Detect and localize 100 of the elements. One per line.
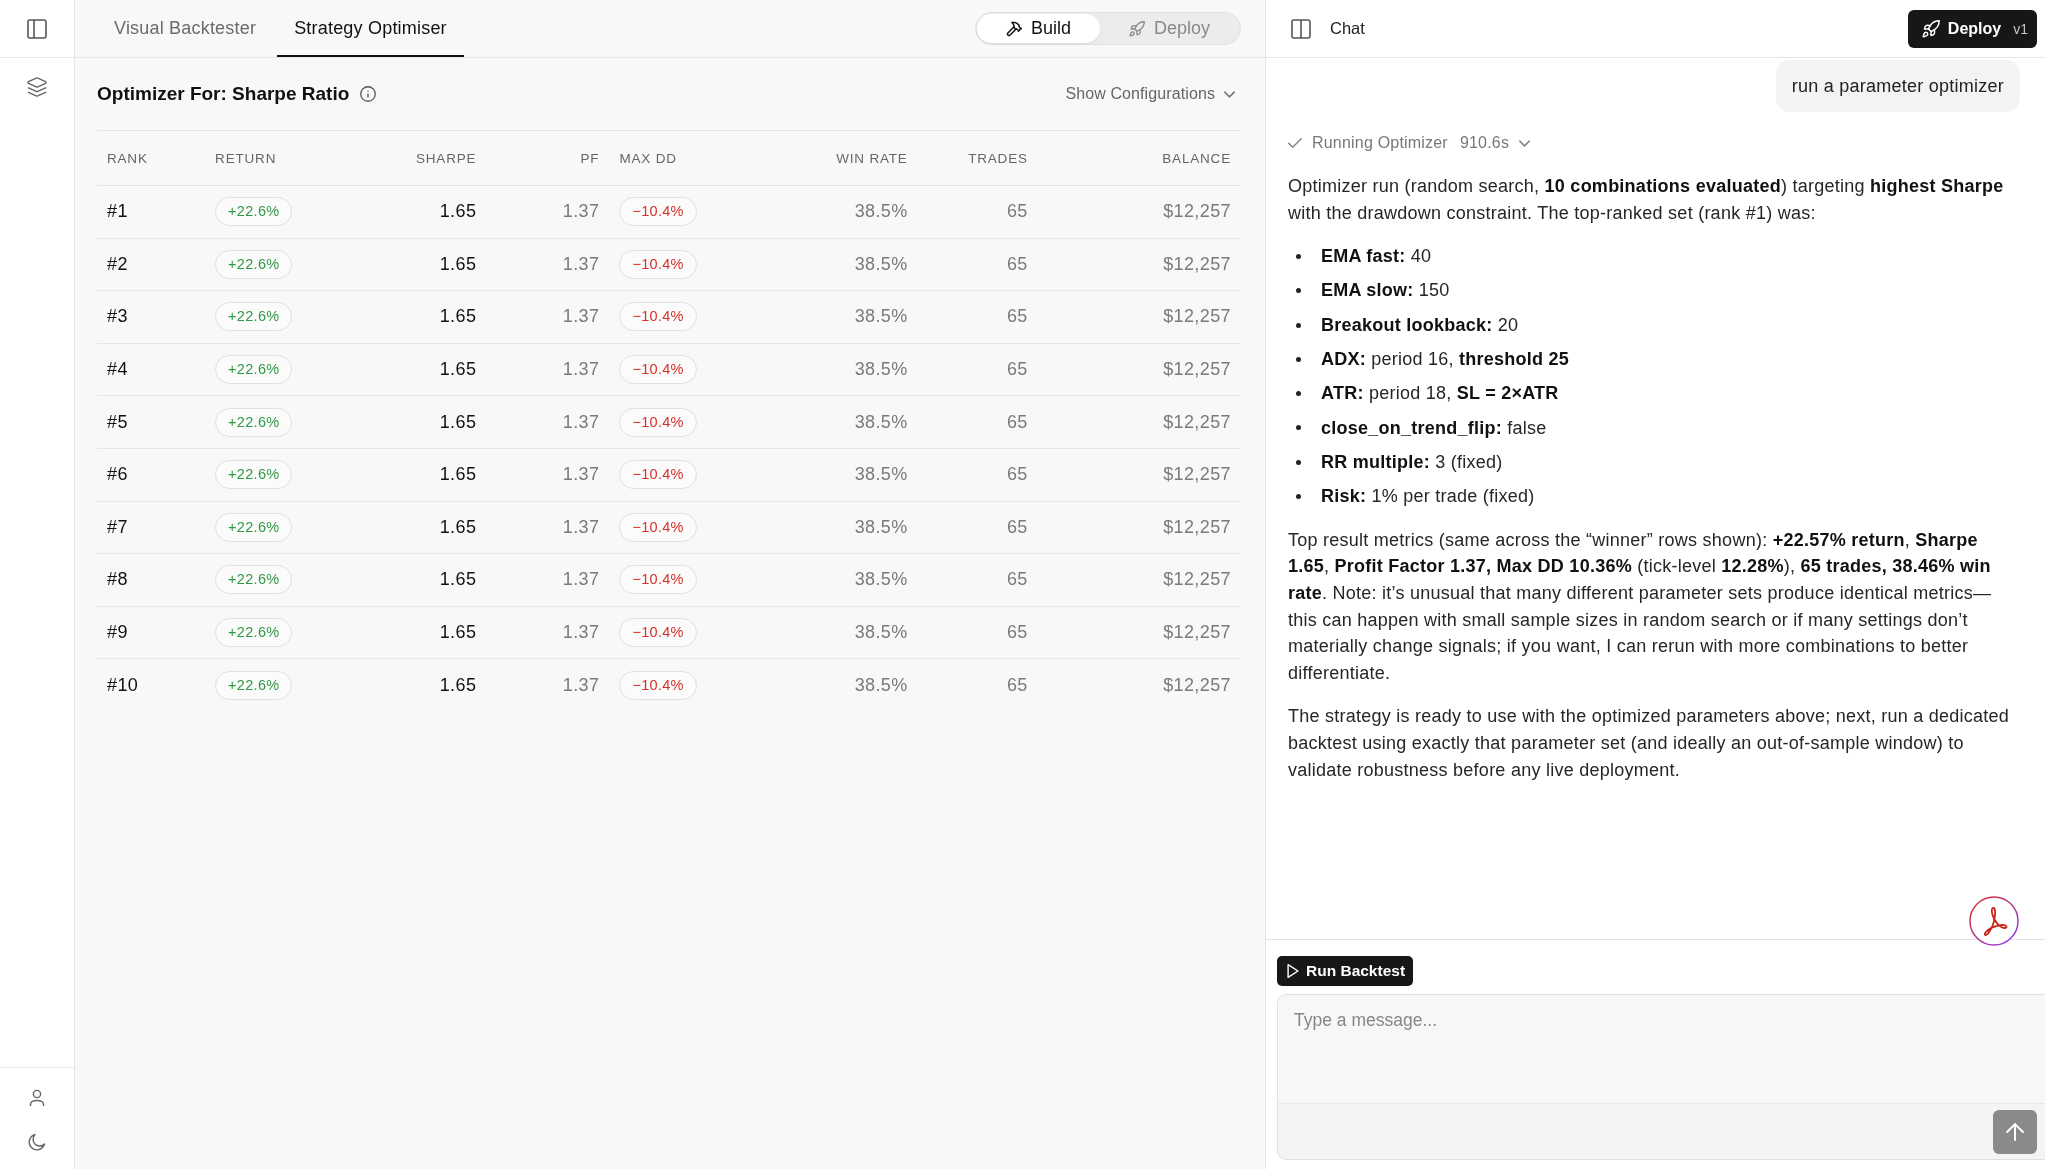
play-icon [1286,964,1300,978]
message-paragraph: Optimizer run (random search, 10 combinations evaluated) targeting highest Sharpe with the drawdown constraint. The top-ranked set (rank #1) was: [1288,175,2005,225]
chevron-down-icon [1224,90,1235,98]
return-pill: +22.6% [215,670,293,700]
drawdown-pill: −10.4% [619,512,697,542]
return-pill: +22.6% [215,302,293,332]
table-cell: 38.5% [759,606,918,659]
table-cell: $12,257 [1037,343,1241,396]
bullet-icon [1296,356,1301,362]
table-cell: 1.65 [389,185,487,239]
return-pill: +22.6% [215,565,293,595]
table-cell: 1.37 [486,501,610,554]
loop-knot-icon[interactable] [1969,896,2019,946]
version-label: v1 [2013,20,2028,37]
table-cell: 38.5% [759,290,918,344]
table-cell: 65 [917,290,1038,344]
table-cell: 1.65 [389,501,487,554]
drawdown-pill: −10.4% [619,302,697,332]
bullet-icon [1296,493,1301,499]
message-input[interactable]: Type a message... [1277,994,2045,1104]
rocket-icon [1128,20,1145,37]
table-cell: #7 [97,501,206,554]
bullet-icon [1296,254,1301,259]
optimizer-title: Optimizer For: Sharpe Ratio [97,83,350,105]
return-pill: +22.6% [215,512,293,542]
table-cell: #9 [97,606,206,659]
table-cell: $12,257 [1037,606,1241,659]
table-cell: #4 [97,343,206,396]
column-header: SHARPE [389,130,487,186]
table-cell: $12,257 [1037,185,1241,239]
list-item: close_on_trend_flip: false [1321,416,1547,440]
layers-icon[interactable] [27,77,47,97]
table-cell: 1.65 [389,290,487,344]
table-cell: 1.65 [389,343,487,396]
table-cell: 38.5% [759,658,918,712]
table-cell: 1.65 [389,448,487,502]
table-cell: $12,257 [1037,658,1241,712]
list-item: ADX: period 16, threshold 25 [1321,348,1570,372]
hammer-icon [1005,20,1022,37]
tool-status-label[interactable]: Running Optimizer [1312,129,1448,157]
drawdown-pill: −10.4% [619,618,697,648]
tab[interactable]: Strategy Optimiser [277,0,464,57]
table-cell: 38.5% [759,553,918,607]
panel-toggle-icon[interactable] [1291,18,1311,39]
table-cell: 38.5% [759,238,918,291]
table-cell: 38.5% [759,343,918,396]
list-item: EMA slow: 150 [1321,279,1450,303]
table-cell: 1.37 [486,606,610,659]
column-header: MAX DD [609,130,760,186]
table-cell: 1.65 [389,553,487,607]
table-cell: 1.65 [389,395,487,449]
list-item: ATR: period 18, SL = 2×ATR [1321,382,1559,406]
table-cell: #6 [97,448,206,502]
table-cell: 65 [917,395,1038,449]
chevron-down-icon[interactable] [1519,139,1531,147]
table-cell: 65 [917,185,1038,239]
user-icon[interactable] [28,1089,46,1107]
table-cell: 1.37 [486,448,610,502]
drawdown-pill: −10.4% [619,355,697,385]
table-cell: #2 [97,238,206,291]
deploy-button[interactable]: Deploy v1 [1907,9,2037,48]
sidebar-toggle-icon[interactable] [27,18,47,39]
bullet-icon [1296,459,1301,465]
drawdown-pill: −10.4% [619,197,697,227]
table-cell: 65 [917,658,1038,712]
info-icon[interactable] [360,86,377,102]
table-cell: 1.37 [486,238,610,291]
show-configurations-button[interactable]: Show Configurations [1065,85,1241,103]
moon-icon[interactable] [28,1133,46,1151]
mode-button[interactable]: Build [976,14,1100,43]
column-header: RANK [97,130,206,186]
tool-duration: 910.6s [1459,132,1510,153]
run-backtest-button[interactable]: Run Backtest [1277,956,1414,986]
drawdown-pill: −10.4% [619,670,697,700]
table-cell: #10 [97,658,206,712]
column-header: BALANCE [1037,130,1241,186]
tab[interactable]: Visual Backtester [97,0,274,57]
table-cell: 65 [917,606,1038,659]
chat-title: Chat [1330,19,1365,38]
table-cell: 65 [917,343,1038,396]
list-item: EMA fast: 40 [1321,245,1432,269]
bullet-icon [1296,288,1301,294]
table-cell: 65 [917,501,1038,554]
table-cell: $12,257 [1037,448,1241,502]
message-paragraph: Top result metrics (same across the “winner” rows shown): +22.57% return, Sharpe 1.65, Profit Factor 1.37, Max DD 10.36% (tick-level 12.28%), 65 trades, 38.46% win rate. Note: it’s unusual that many different parameter sets produce identical metrics—this can happen with small sample sizes in random search or if many settings don’t materially change signals; if you want, I can rerun with more combinations to better differentiate. [1288,528,1993,685]
return-pill: +22.6% [215,618,293,648]
send-button[interactable] [1993,1109,2037,1154]
table-cell: #5 [97,395,206,449]
rocket-icon [1921,19,1940,38]
return-pill: +22.6% [215,197,293,227]
return-pill: +22.6% [215,460,293,490]
column-header: RETURN [205,130,390,186]
list-item: Breakout lookback: 20 [1321,313,1519,337]
user-message: run a parameter optimizer [1775,60,2020,112]
table-cell: #1 [97,185,206,239]
return-pill: +22.6% [215,355,293,385]
drawdown-pill: −10.4% [619,407,697,437]
table-cell: $12,257 [1037,290,1241,344]
table-cell: 38.5% [759,395,918,449]
table-cell: 65 [917,238,1038,291]
